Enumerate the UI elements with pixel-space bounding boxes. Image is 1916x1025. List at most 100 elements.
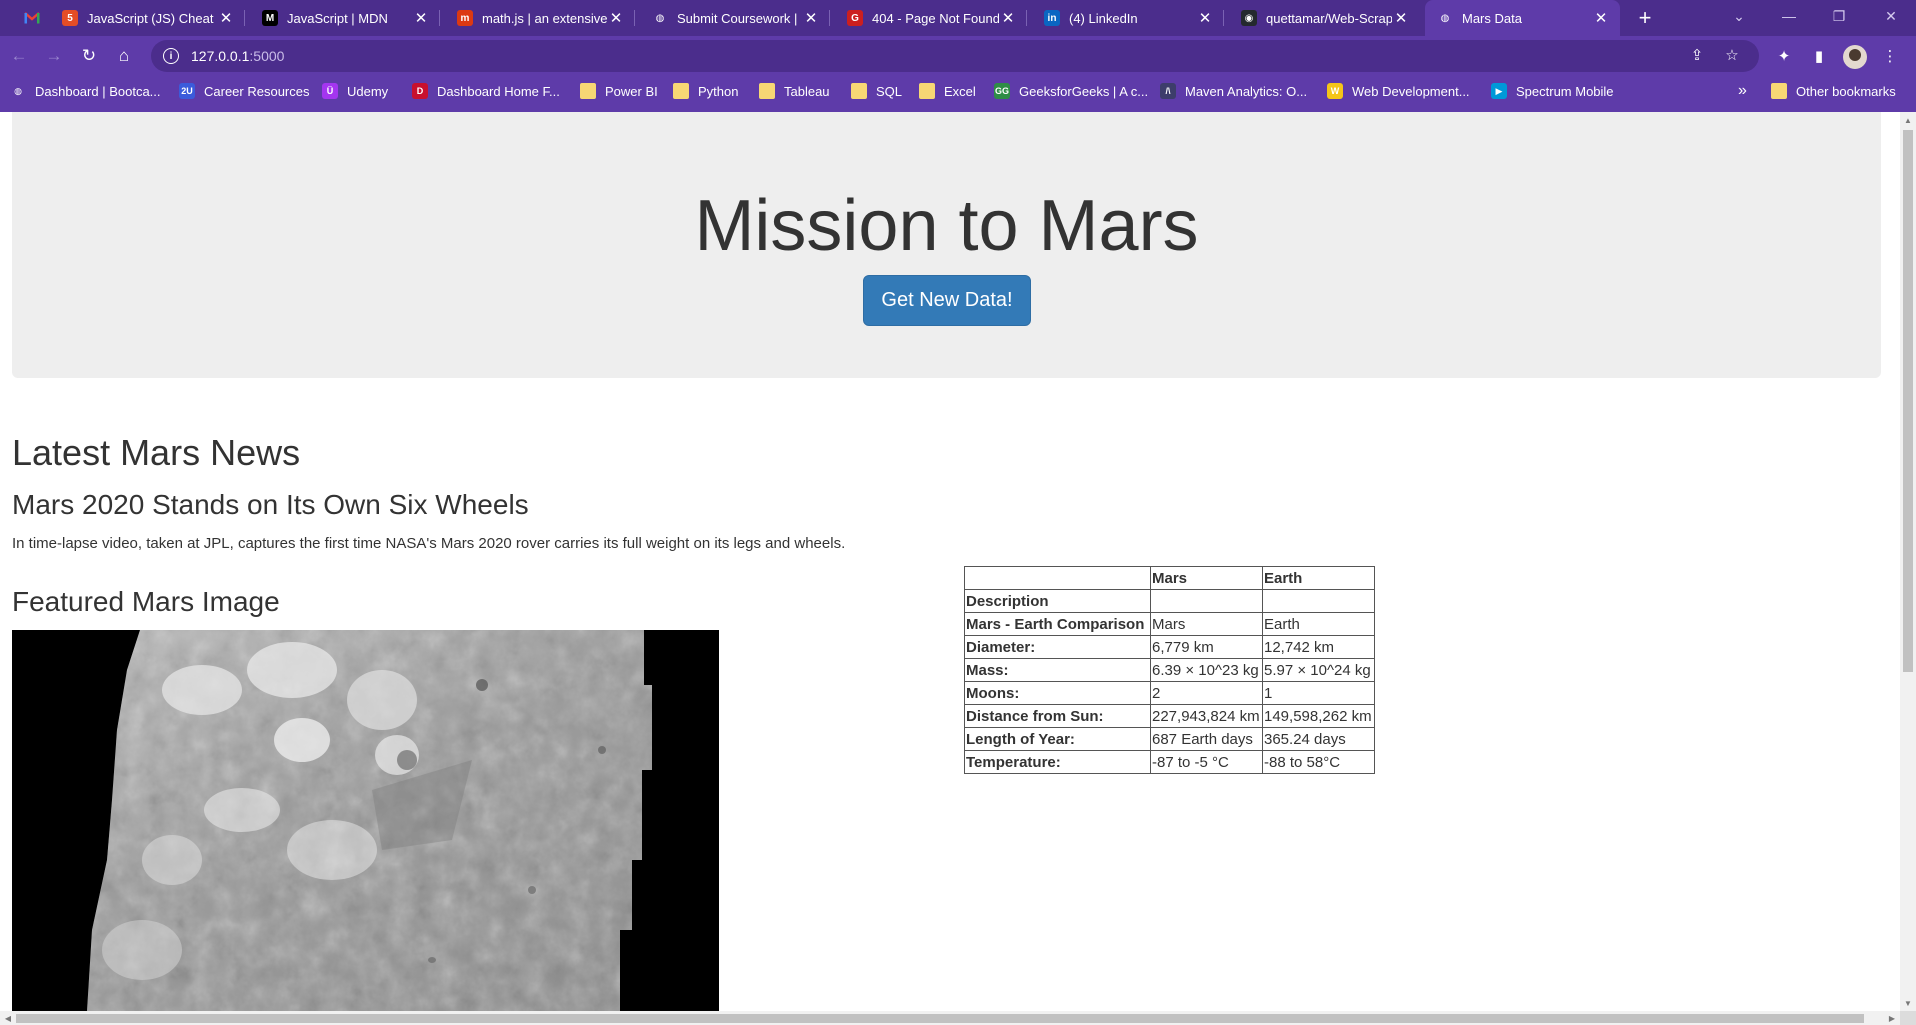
tab-1[interactable]: 5 JavaScript (JS) Cheat Sheet✕ <box>50 0 245 36</box>
address-bar[interactable]: i 127.0.0.1:5000 ⇪ ☆ <box>151 40 1759 72</box>
facts-cell: 687 Earth days <box>1150 727 1263 751</box>
facts-row-label: Distance from Sun: <box>964 704 1151 728</box>
facts-header-row: Mars Earth <box>964 566 1375 590</box>
bookmark-item[interactable]: ◍ Dashboard | Bootca... <box>10 76 160 106</box>
bookmark-item[interactable]: ▶ Spectrum Mobile <box>1491 76 1614 106</box>
back-button[interactable]: ← <box>5 42 33 70</box>
bookmark-star-icon[interactable]: ☆ <box>1721 46 1743 64</box>
facts-cell: Earth <box>1262 612 1375 636</box>
bookmark-item[interactable]: D Dashboard Home F... <box>412 76 560 106</box>
extensions-icon[interactable]: ✦ <box>1770 42 1798 70</box>
profile-avatar[interactable] <box>1843 45 1867 69</box>
bookmark-label: SQL <box>876 83 903 99</box>
minimize-button[interactable]: — <box>1764 0 1814 32</box>
scroll-right-arrow-icon[interactable]: ▶ <box>1884 1011 1900 1025</box>
html5-icon: 5 <box>62 10 78 26</box>
close-tab-icon[interactable]: ✕ <box>802 9 820 27</box>
vertical-scroll-thumb[interactable] <box>1903 130 1913 672</box>
tab-5[interactable]: G 404 - Page Not Found ✕ <box>835 0 1027 36</box>
bookmark-item[interactable]: Power BI <box>580 76 658 106</box>
tab-6[interactable]: in (4) LinkedIn ✕ <box>1032 0 1224 36</box>
side-panel-icon[interactable]: ▮ <box>1805 42 1833 70</box>
news-section-heading: Latest Mars News <box>12 432 301 473</box>
forward-button[interactable]: → <box>40 42 68 70</box>
scroll-down-arrow-icon[interactable]: ▼ <box>1900 995 1916 1011</box>
tab-title: JavaScript (JS) Cheat Sheet <box>87 10 217 26</box>
new-tab-button[interactable]: + <box>1631 4 1659 32</box>
scroll-left-arrow-icon[interactable]: ◀ <box>0 1011 16 1025</box>
more-bookmarks-button[interactable]: » <box>1738 76 1747 106</box>
bookmark-label: Python <box>698 83 739 99</box>
get-new-data-button[interactable]: Get New Data! <box>863 275 1031 326</box>
facts-row: Temperature: -87 to -5 °C -88 to 58°C <box>964 750 1375 774</box>
tab-gmail[interactable] <box>12 0 50 36</box>
home-icon: ⌂ <box>118 46 130 65</box>
facts-cell: -88 to 58°C <box>1262 750 1375 774</box>
bookmark-item[interactable]: Excel <box>919 76 976 106</box>
browser-toolbar: ← → ↻ ⌂ i 127.0.0.1:5000 ⇪ ☆ ✦ ▮ ⋮ <box>0 36 1916 76</box>
close-tab-icon[interactable]: ✕ <box>217 9 235 27</box>
reload-button[interactable]: ↻ <box>75 42 103 70</box>
tab-4[interactable]: ◍ Submit Coursework | Bootcamp✕ <box>640 0 830 36</box>
page-viewport: Mission to Mars Get New Data! Latest Mar… <box>0 112 1900 1011</box>
bookmark-item[interactable]: W Web Development... <box>1327 76 1470 106</box>
tab-title: quettamar/Web-Scraping <box>1266 10 1392 26</box>
other-bookmarks[interactable]: Other bookmarks <box>1771 76 1896 106</box>
tab-separator <box>634 10 635 26</box>
bookmark-item[interactable]: Python <box>673 76 738 106</box>
restore-button[interactable]: ❐ <box>1814 0 1864 32</box>
bookmark-label: GeeksforGeeks | A c... <box>1019 83 1149 99</box>
close-tab-icon[interactable]: ✕ <box>999 9 1017 27</box>
tab-search-button[interactable]: ⌄ <box>1714 0 1764 32</box>
bookmark-item[interactable]: Tableau <box>759 76 830 106</box>
maven-icon: /\ <box>1160 83 1176 99</box>
close-tab-icon[interactable]: ✕ <box>412 9 430 27</box>
facts-cell <box>1262 589 1375 613</box>
menu-kebab-icon[interactable]: ⋮ <box>1876 42 1904 70</box>
featured-mars-image <box>12 630 719 1011</box>
bookmark-item[interactable]: Ü Udemy <box>322 76 388 106</box>
home-button[interactable]: ⌂ <box>110 42 138 70</box>
facts-cell: 6.39 × 10^23 kg <box>1150 658 1263 682</box>
horizontal-scrollbar[interactable]: ◀ ▶ <box>0 1011 1900 1025</box>
geeksforgeeks-icon: GG <box>994 83 1010 99</box>
spectrum-icon: ▶ <box>1491 83 1507 99</box>
vertical-scrollbar[interactable]: ▲ ▼ <box>1900 112 1916 1011</box>
url-text: 127.0.0.1:5000 <box>191 48 285 64</box>
dashboard-icon: D <box>412 83 428 99</box>
tab-3[interactable]: m math.js | an extensive math library✕ <box>445 0 635 36</box>
tab-strip: 5JavaScript (JS) Cheat Sheet✕MJavaScript… <box>0 0 1916 36</box>
close-tab-icon[interactable]: ✕ <box>607 9 625 27</box>
share-icon[interactable]: ⇪ <box>1686 46 1708 64</box>
facts-row-label: Temperature: <box>964 750 1151 774</box>
site-info-icon[interactable]: i <box>163 48 179 64</box>
bookmark-item[interactable]: GG GeeksforGeeks | A c... <box>994 76 1148 106</box>
reload-icon: ↻ <box>81 46 97 65</box>
scroll-up-arrow-icon[interactable]: ▲ <box>1900 112 1916 128</box>
close-tab-icon[interactable]: ✕ <box>1196 9 1214 27</box>
facts-header-cell: Mars <box>1150 566 1263 590</box>
tab-separator <box>1026 10 1027 26</box>
tab-7[interactable]: ◉ quettamar/Web-Scraping✕ <box>1229 0 1420 36</box>
facts-cell: 2 <box>1150 681 1263 705</box>
close-window-button[interactable]: ✕ <box>1866 0 1916 32</box>
tab-separator <box>439 10 440 26</box>
facts-header-cell: Earth <box>1262 566 1375 590</box>
scrollbar-corner <box>1900 1011 1916 1025</box>
error-page-icon: G <box>847 10 863 26</box>
horizontal-scroll-thumb[interactable] <box>16 1014 1864 1023</box>
bookmark-item[interactable]: 2U Career Resources <box>179 76 310 106</box>
tab-2[interactable]: M JavaScript | MDN ✕ <box>250 0 440 36</box>
facts-row-label: Length of Year: <box>964 727 1151 751</box>
bookmark-label: Power BI <box>605 83 658 99</box>
close-tab-icon[interactable]: ✕ <box>1592 9 1610 27</box>
facts-row-label: Moons: <box>964 681 1151 705</box>
bookmark-label: Udemy <box>347 83 389 99</box>
tab-title: Submit Coursework | Bootcamp <box>677 10 802 26</box>
facts-row-label: Diameter: <box>964 635 1151 659</box>
tab-8[interactable]: ◍ Mars Data ✕ <box>1425 0 1620 36</box>
facts-row-label: Mars - Earth Comparison <box>964 612 1151 636</box>
bookmark-item[interactable]: SQL <box>851 76 902 106</box>
bookmark-item[interactable]: /\ Maven Analytics: O... <box>1160 76 1307 106</box>
close-tab-icon[interactable]: ✕ <box>1392 9 1410 27</box>
